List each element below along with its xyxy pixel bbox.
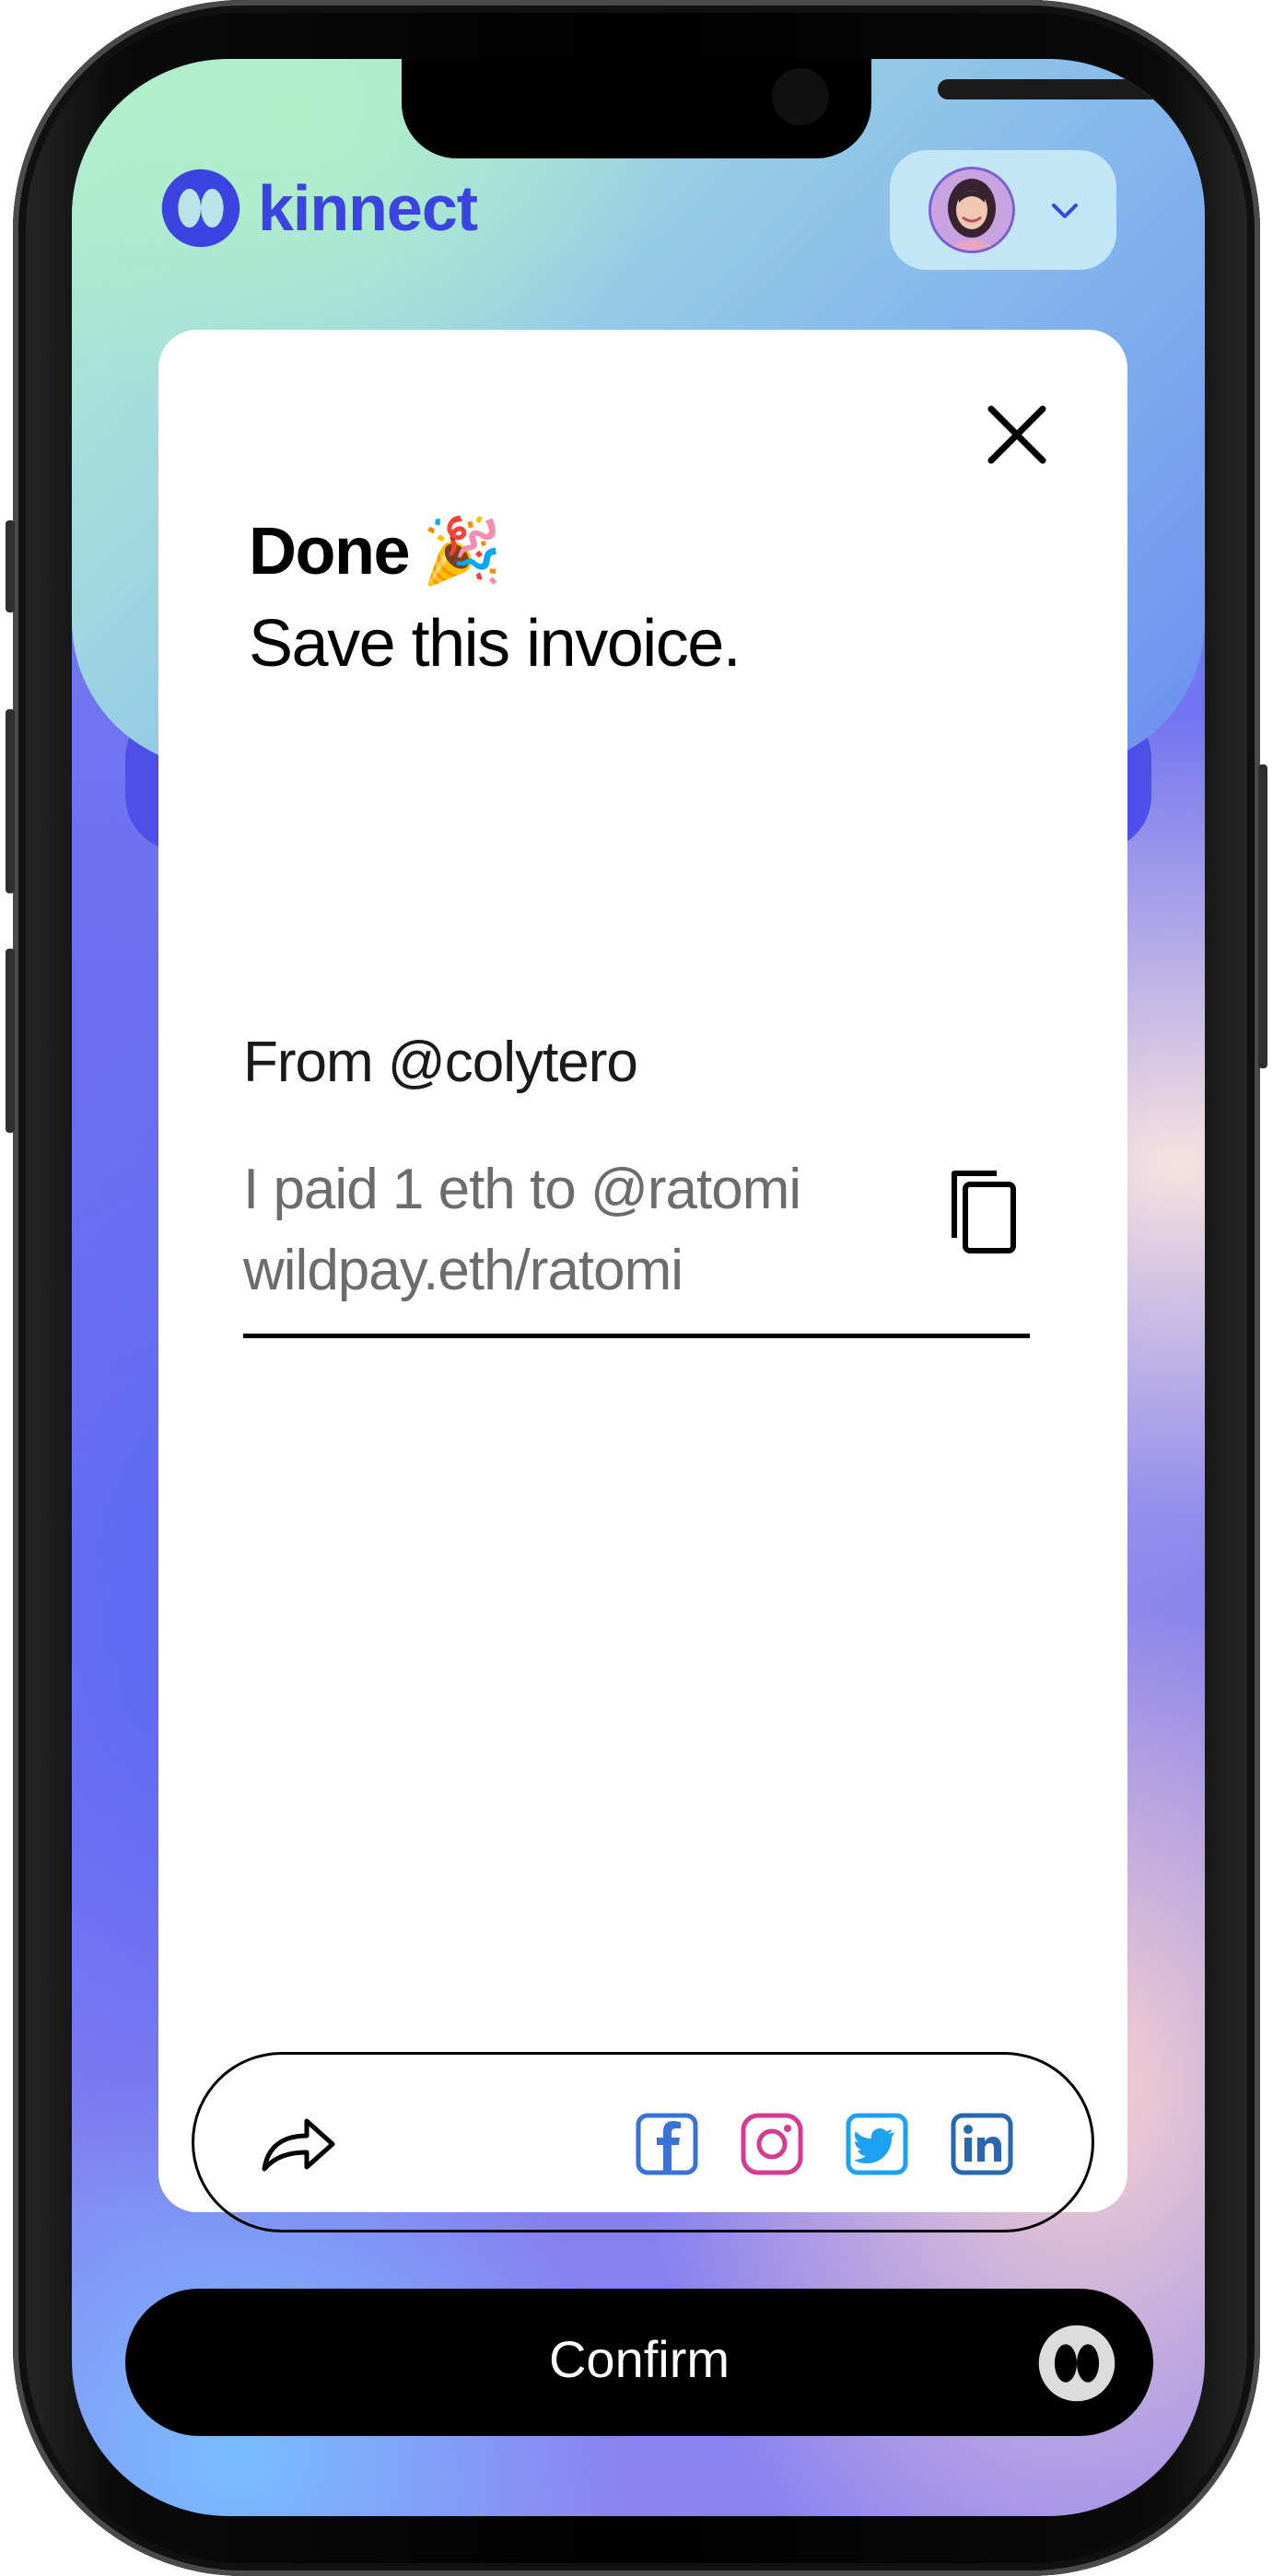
confirm-label: Confirm [548,2330,730,2388]
message-line-2: wildpay.eth/ratomi [243,1239,683,1302]
front-camera [772,68,829,125]
kinnect-logo-icon [161,169,240,248]
screen: kinnect Done 🎉 Save this invoice. From @… [72,59,1205,2516]
mute-switch [6,520,15,612]
volume-up-button [6,709,15,893]
close-icon[interactable] [982,400,1052,470]
app-name: kinnect [258,172,478,244]
volume-down-button [6,949,15,1133]
earpiece-speaker [938,79,1192,99]
share-icon[interactable] [259,2114,336,2174]
message-line-1: I paid 1 eth to @ratomi [243,1158,801,1221]
invoice-modal: Done 🎉 Save this invoice. From @colytero… [158,330,1127,2232]
avatar-image [931,169,1012,251]
share-bar [192,2052,1094,2232]
modal-title: Done 🎉 [249,514,502,589]
notch [402,59,1192,158]
chevron-down-icon [1052,204,1078,218]
copy-icon[interactable] [947,1166,1021,1258]
facebook-icon[interactable] [635,2112,699,2176]
linkedin-icon[interactable] [950,2112,1014,2176]
party-popper-icon: 🎉 [422,515,502,587]
app-logo[interactable]: kinnect [160,168,478,249]
twitter-icon[interactable] [845,2112,909,2176]
kinnect-logo-icon [1038,2325,1115,2402]
profile-menu[interactable] [890,150,1116,270]
title-text: Done [249,515,411,589]
confirm-button[interactable]: Confirm [125,2289,1153,2436]
avatar [928,167,1015,253]
from-label: From @colytero [243,1031,638,1094]
modal-subtitle: Save this invoice. [249,607,742,681]
invoice-message-field[interactable]: I paid 1 eth to @ratomi wildpay.eth/rato… [243,1149,1030,1338]
instagram-icon[interactable] [740,2112,804,2176]
power-button [1258,764,1267,1068]
